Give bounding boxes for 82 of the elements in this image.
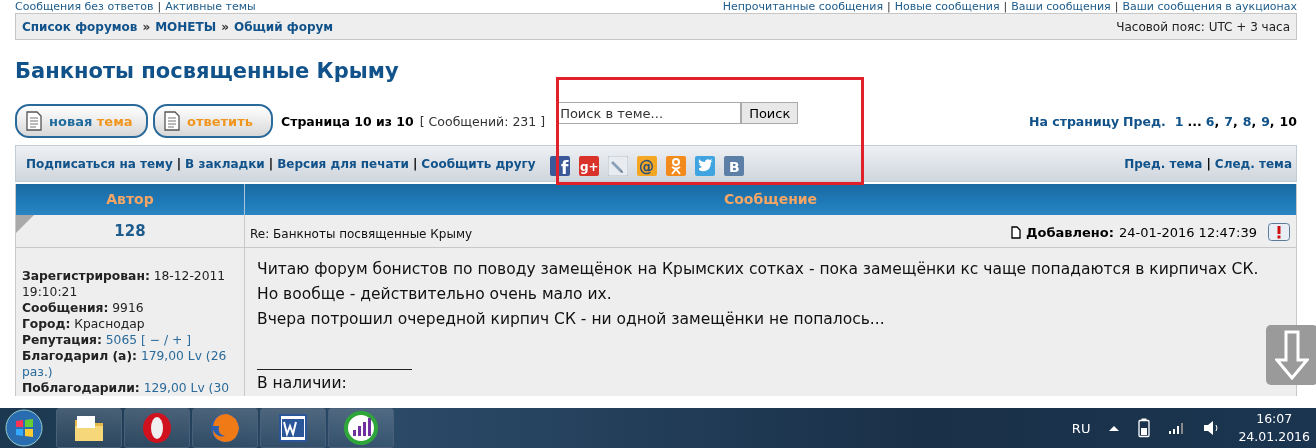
page-status: Страница 10 из 10: [281, 113, 414, 129]
nav-link[interactable]: Сообщения без ответов: [15, 0, 154, 13]
separator: |: [1206, 156, 1211, 171]
breadcrumb-link[interactable]: Список форумов: [22, 19, 138, 34]
document-icon: [1010, 225, 1021, 239]
topic-nav-link[interactable]: Пред. тема: [1124, 156, 1203, 171]
separator: |: [887, 0, 891, 13]
clock[interactable]: 16:07 24.01.2016: [1238, 410, 1310, 446]
share-button[interactable]: g+: [578, 156, 599, 176]
author-name[interactable]: 128: [114, 222, 146, 240]
post-text: Но вообще - действительно очень мало их.: [257, 284, 613, 305]
page-link[interactable]: 1: [1174, 113, 1184, 129]
page-link[interactable]: 8: [1242, 113, 1252, 129]
post-date: 24-01-2016 12:47:39: [1118, 224, 1257, 240]
search-field[interactable]: Поиск в теме...: [557, 102, 742, 124]
separator: ,: [1214, 113, 1220, 129]
separator: |: [1003, 0, 1008, 13]
post-subject: Re: Банкноты посвященные Крыму: [250, 227, 473, 241]
document-icon: [163, 111, 181, 131]
post-text: Вчера потрошил очередной кирпич СК - ни одной замещёнки не попалось...: [257, 309, 886, 330]
separator: »: [142, 19, 151, 34]
scroll-down-button[interactable]: [1266, 325, 1316, 385]
speaker-icon[interactable]: [1202, 419, 1221, 437]
separator: |: [268, 156, 274, 171]
report-button[interactable]: [1268, 223, 1290, 241]
page-ellipsis: ...: [1187, 113, 1202, 129]
topic-nav-link[interactable]: След. тема: [1214, 156, 1292, 171]
share-button[interactable]: @: [636, 156, 657, 176]
post-count: [ Сообщений: 231 ]: [419, 113, 546, 129]
topic-tool-link[interactable]: Версия для печати: [277, 156, 409, 171]
taskbar-button[interactable]: [328, 408, 394, 448]
column-header: Сообщение: [722, 190, 819, 209]
start-button[interactable]: [4, 408, 44, 448]
profile-field: Сообщения: 9916: [22, 300, 234, 316]
taskbar-button[interactable]: [56, 408, 122, 448]
previous-link[interactable]: Пред.: [1123, 113, 1166, 129]
up-caret-icon[interactable]: [1108, 424, 1121, 432]
separator: »: [221, 19, 229, 34]
taskbar-button[interactable]: [124, 408, 190, 448]
separator: |: [157, 0, 162, 13]
taskbar-button[interactable]: [260, 408, 326, 448]
current-page: 10: [1279, 113, 1297, 129]
pagination-label: На страницу: [1029, 113, 1120, 129]
document-icon: [25, 111, 43, 131]
nav-link[interactable]: Непрочитанные сообщения: [722, 0, 884, 13]
page-link[interactable]: 9: [1261, 113, 1270, 129]
page-link[interactable]: 6: [1205, 113, 1215, 129]
share-button[interactable]: [694, 156, 715, 176]
breadcrumb-link[interactable]: Общий форум: [233, 19, 334, 34]
down-arrow-icon: [1275, 330, 1309, 380]
share-button[interactable]: f: [549, 156, 570, 176]
new-topic-button[interactable]: новая тема: [15, 104, 148, 138]
topic-tool-link[interactable]: Сообщить другу: [421, 156, 536, 171]
separator: |: [1114, 0, 1119, 13]
separator: |: [412, 156, 418, 171]
profile-field: Поблагодарили: 129,00 Lv (30: [22, 380, 234, 396]
nav-link[interactable]: Ваши сообщения в аукционах: [1122, 0, 1297, 13]
nav-link[interactable]: Ваши сообщения: [1011, 0, 1111, 13]
signature-text: В наличии:: [257, 373, 348, 394]
breadcrumb-link[interactable]: МОНЕТЫ: [155, 19, 217, 34]
separator: ,: [1269, 113, 1275, 129]
battery-icon[interactable]: [1138, 418, 1151, 438]
added-label: Добавлено:: [1025, 224, 1114, 240]
search-button[interactable]: Поиск: [741, 102, 799, 124]
topic-tool-link[interactable]: В закладки: [185, 156, 265, 171]
topic-tool-link[interactable]: Подписаться на тему: [26, 156, 173, 171]
page-link[interactable]: 7: [1224, 113, 1233, 129]
share-button[interactable]: B: [723, 156, 744, 176]
separator: |: [176, 156, 182, 171]
nav-link[interactable]: Новые сообщения: [894, 0, 1000, 13]
profile-field: Репутация: 5065 [ − / + ]: [22, 332, 234, 348]
profile-field: Благодарил (а): 179,00 Lv (26 раз.): [22, 348, 234, 380]
signal-icon[interactable]: [1168, 421, 1185, 435]
separator: ,: [1232, 113, 1238, 129]
timezone-label: Часовой пояс: UTC + 3 часа: [1116, 19, 1290, 34]
profile-field: Город: Краснодар: [22, 316, 234, 332]
language-indicator[interactable]: RU: [1071, 420, 1091, 436]
profile-field: Зарегистрирован: 18-12-2011 19:10:21: [22, 268, 234, 300]
topic-title[interactable]: Банкноты посвященные Крыму: [15, 57, 1297, 85]
separator: ,: [1251, 113, 1257, 129]
nav-link[interactable]: Активные темы: [165, 0, 256, 13]
post-text: Читаю форум бонистов по поводу замещёнок на Крымских сотках - пока замещёнки кс чаще попадаются в кирпичах СК.: [257, 259, 1260, 280]
